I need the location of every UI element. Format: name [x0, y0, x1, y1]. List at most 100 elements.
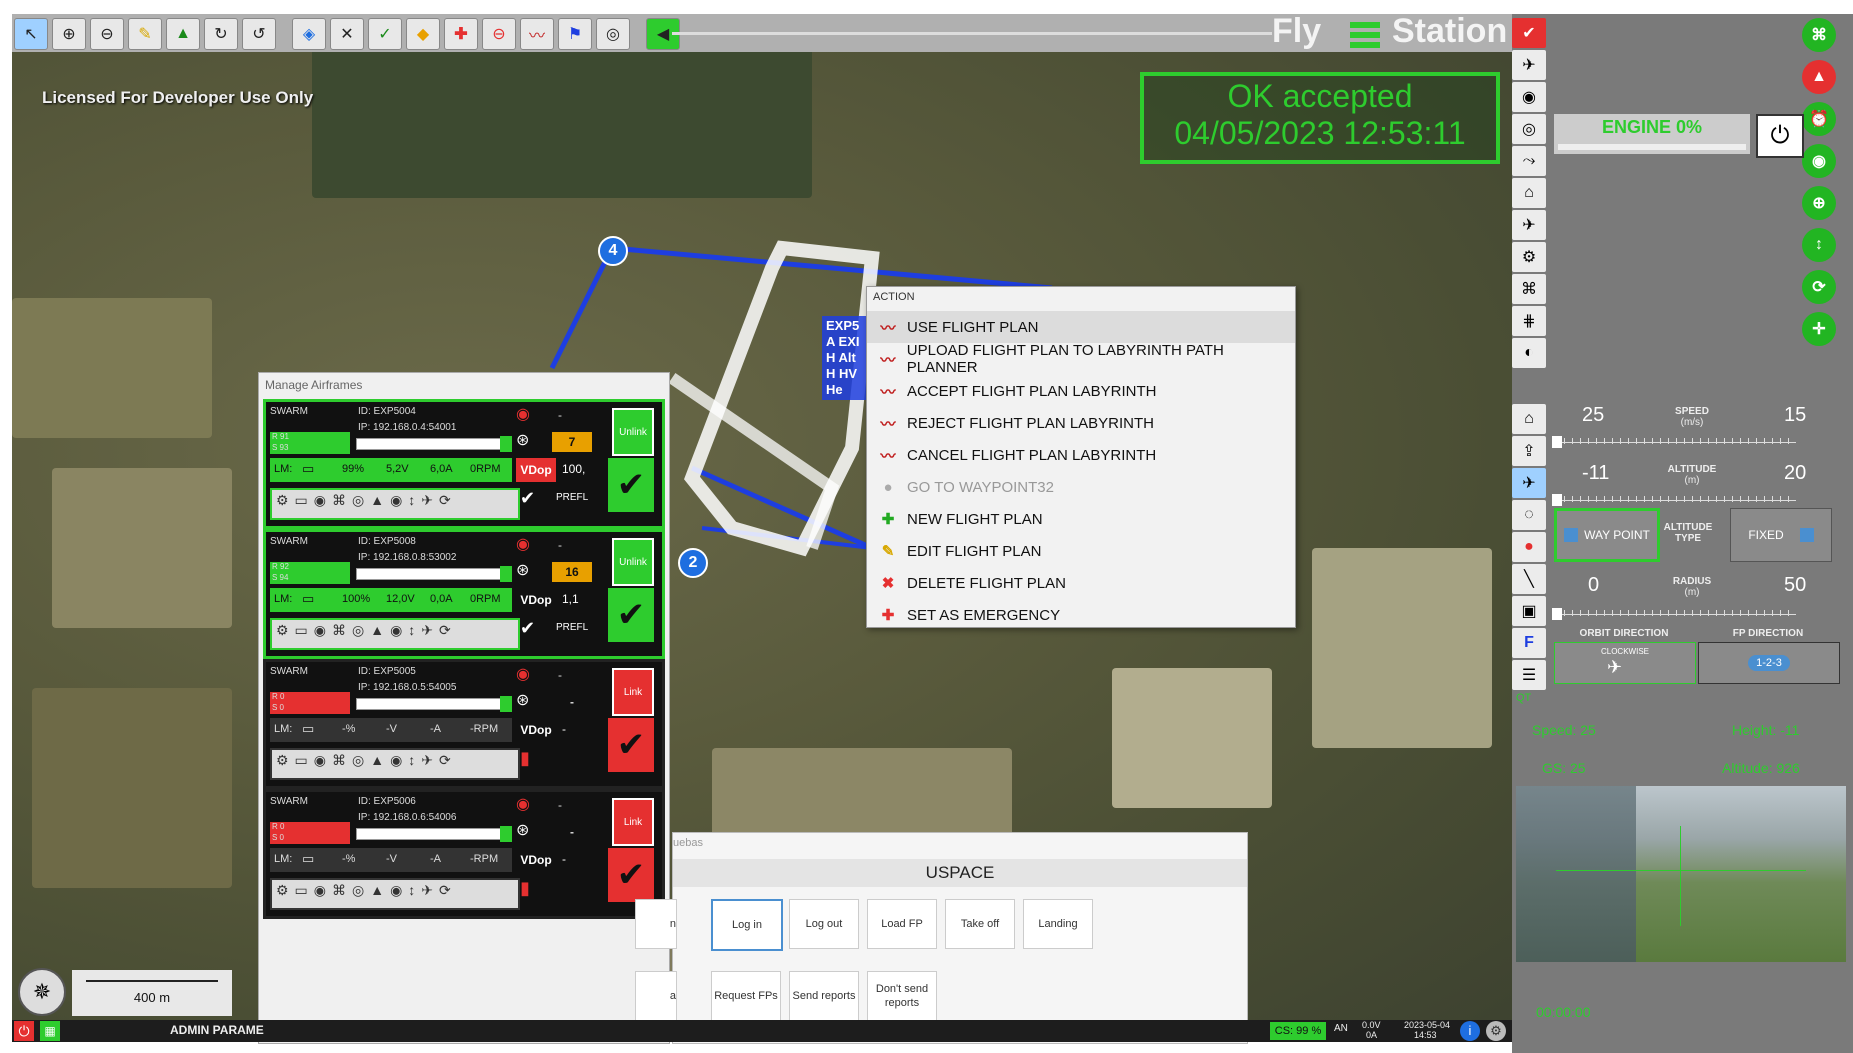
alarm-icon[interactable]: ⏰ [1802, 102, 1836, 136]
fp-direction-button[interactable]: 1-2-3 [1698, 642, 1840, 684]
uspace-button-log-in[interactable]: Log in [711, 899, 783, 951]
uspace-button-landing[interactable]: Landing [1023, 899, 1093, 949]
flag-icon[interactable]: ⚑ [558, 18, 592, 50]
uspace-button-send-reports[interactable]: Send reports [789, 971, 859, 1021]
menu-item-delete-flight-plan[interactable]: ✖ DELETE FLIGHT PLAN [867, 567, 1295, 599]
grid-icon[interactable]: ⋕ [1512, 306, 1546, 336]
uspace-button-log-out[interactable]: Log out [789, 899, 859, 949]
preflight-label: PREFL [556, 622, 589, 633]
map-pin-icon[interactable]: ◐ [1512, 338, 1546, 368]
drone-icon[interactable]: ⌘ [1512, 274, 1546, 304]
menu-icon[interactable] [1350, 18, 1380, 48]
link-button[interactable]: Link [612, 798, 654, 846]
tools-icon[interactable]: ✕ [330, 18, 364, 50]
pin-icon[interactable]: ◆ [406, 18, 440, 50]
fixed-altitude-button[interactable]: FIXED [1730, 508, 1832, 562]
stop-icon[interactable]: ⊖ [482, 18, 516, 50]
line-icon[interactable]: ╲ [1512, 564, 1546, 594]
link-button[interactable]: Link [612, 668, 654, 716]
select-airframe-button[interactable]: ✔ [608, 588, 654, 642]
camera-feed[interactable] [1516, 786, 1846, 962]
settings-icon[interactable]: ⚙ [1512, 242, 1546, 272]
wrench-icon[interactable]: ✓ [368, 18, 402, 50]
eye-icon[interactable]: ◎ [1512, 114, 1546, 144]
orbit-direction-button[interactable]: CLOCKWISE ✈ [1554, 642, 1696, 684]
link-button[interactable]: Unlink [612, 408, 654, 456]
uspace-tab-label[interactable]: uebas [673, 837, 703, 849]
home-icon[interactable]: ⌂ [1512, 178, 1546, 208]
terrain-icon[interactable]: ▲ [166, 18, 200, 50]
menu-item-upload-flight-plan-to-labyrinth-path-planner[interactable]: 〰 UPLOAD FLIGHT PLAN TO LABYRINTH PATH PL… [867, 342, 1295, 376]
thermometer-icon[interactable]: ↕ [1802, 228, 1836, 262]
pointer-icon[interactable]: ↖ [14, 18, 48, 50]
info-icon[interactable]: i [1460, 1021, 1480, 1041]
select-airframe-button[interactable]: ✔ [608, 848, 654, 902]
settings-gear-icon[interactable]: ⚙ [1486, 1021, 1506, 1041]
link-button[interactable]: Unlink [612, 538, 654, 586]
menu-item-accept-flight-plan-labyrinth[interactable]: 〰 ACCEPT FLIGHT PLAN LABYRINTH [867, 375, 1295, 407]
globe-icon[interactable]: ◎ [596, 18, 630, 50]
power-icon[interactable]: ⏻ [1756, 114, 1804, 158]
uspace-button-a[interactable]: a [635, 971, 677, 1021]
waypoint-altitude-button[interactable]: WAY POINT [1554, 508, 1660, 562]
zoom-out-icon[interactable]: ⊖ [90, 18, 124, 50]
location-pin-icon[interactable]: ◉ [1512, 82, 1546, 112]
power-off-icon[interactable]: ⏻ [14, 1021, 34, 1041]
zoom-in-icon[interactable]: ⊕ [52, 18, 86, 50]
flight-plan-icon[interactable]: 〰 [520, 18, 554, 50]
ruler-icon[interactable]: ✎ [128, 18, 162, 50]
signal-icon[interactable]: ▲ [1802, 60, 1836, 94]
airframe-card[interactable]: SWARM ID: EXP5006 IP: 192.168.0.6:54006 R 0… [263, 789, 665, 919]
checkmark-icon[interactable]: ✔ [1512, 18, 1546, 48]
takeoff-icon[interactable]: ⇪ [1512, 436, 1546, 466]
vdop-value: - [562, 722, 566, 736]
camera-icon[interactable]: ▣ [1512, 596, 1546, 626]
airframe-card[interactable]: SWARM ID: EXP5004 IP: 192.168.0.4:54001 R 9… [263, 399, 665, 529]
target-icon[interactable]: ✛ [1802, 312, 1836, 346]
menu-item-cancel-flight-plan-labyrinth[interactable]: 〰 CANCEL FLIGHT PLAN LABYRINTH [867, 439, 1295, 471]
hud-vertical [1680, 826, 1681, 926]
waypoint-marker[interactable]: 4 [598, 236, 628, 266]
refresh-icon[interactable]: ↻ [204, 18, 238, 50]
uspace-button-request-fps[interactable]: Request FPs [711, 971, 781, 1021]
airframe-card[interactable]: SWARM ID: EXP5008 IP: 192.168.0.8:53002 R 9… [263, 529, 665, 659]
menu-item-edit-flight-plan[interactable]: ✎ EDIT FLIGHT PLAN [867, 535, 1295, 567]
home-return-icon[interactable]: ⌂ [1512, 404, 1546, 434]
f-icon[interactable]: F [1512, 628, 1546, 658]
speed-slider-handle[interactable] [1552, 436, 1562, 448]
altitude-slider-handle[interactable] [1552, 494, 1562, 506]
menu-item-use-flight-plan[interactable]: 〰 USE FLIGHT PLAN [867, 311, 1295, 343]
layers-icon[interactable]: ◈ [292, 18, 326, 50]
menu-item-reject-flight-plan-labyrinth[interactable]: 〰 REJECT FLIGHT PLAN LABYRINTH [867, 407, 1295, 439]
undo-icon[interactable]: ↺ [242, 18, 276, 50]
uspace-button-don-t-send-reports[interactable]: Don't send reports [867, 971, 937, 1021]
select-airframe-button[interactable]: ✔ [608, 458, 654, 512]
telemetry-row: LM: ▭ 100% 12,0V 0,0A 0RPM [270, 588, 512, 612]
waypoint-marker[interactable]: 2 [678, 548, 708, 578]
uspace-button-take-off[interactable]: Take off [945, 899, 1015, 949]
select-airframe-button[interactable]: ✔ [608, 718, 654, 772]
record-icon[interactable]: ● [1512, 532, 1546, 562]
airframe-card[interactable]: SWARM ID: EXP5005 IP: 192.168.0.5:54005 R 0… [263, 659, 665, 789]
menu-item-set-as-emergency[interactable]: ✚ SET AS EMERGENCY [867, 599, 1295, 631]
location-icon[interactable]: ◉ [1802, 144, 1836, 178]
orbit-icon[interactable]: ◌ [1512, 500, 1546, 530]
gps-icon[interactable]: ⊕ [1802, 186, 1836, 220]
map-icon[interactable]: ▦ [40, 1021, 60, 1041]
sync-icon[interactable]: ⟳ [1802, 270, 1836, 304]
uspace-button-n[interactable]: n [635, 899, 677, 949]
airframe-ip: IP: 192.168.0.6:54006 [358, 812, 457, 823]
plane-icon[interactable]: ✈ [1512, 50, 1546, 80]
compass-icon[interactable]: ✵ [18, 968, 66, 1016]
plane-mode-icon[interactable]: ✈ [1512, 468, 1546, 498]
menu-item-new-flight-plan[interactable]: ✚ NEW FLIGHT PLAN [867, 503, 1295, 535]
uspace-button-load-fp[interactable]: Load FP [867, 899, 937, 949]
drone-status-icon[interactable]: ⌘ [1802, 18, 1836, 52]
path-icon[interactable]: ⤳ [1512, 146, 1546, 176]
emergency-icon[interactable]: ✚ [444, 18, 478, 50]
sliders-icon[interactable]: ☰ [1512, 660, 1546, 690]
app-title-right: Station [1392, 12, 1508, 50]
landing-icon[interactable]: ✈ [1512, 210, 1546, 240]
radius-slider-handle[interactable] [1552, 608, 1562, 620]
admin-params-button[interactable]: ADMIN PARAME [170, 1023, 264, 1037]
